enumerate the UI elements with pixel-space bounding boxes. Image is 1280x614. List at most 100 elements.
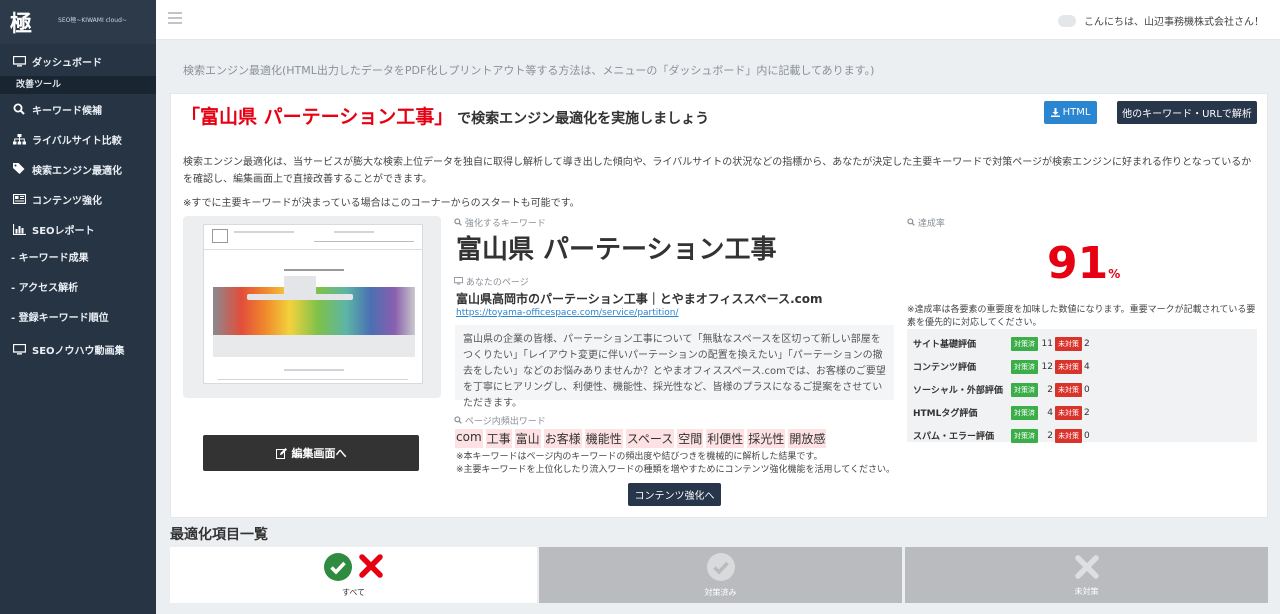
score-name: スパム・エラー評価 [913,432,995,442]
sidebar-item-access-analysis[interactable]: - アクセス解析 [0,274,156,304]
sidebar-item-keyword-candidates[interactable]: キーワード候補 [0,94,156,124]
filter-label: 対策済み [704,587,737,597]
done-badge: 対策済 [1011,382,1038,397]
bar-chart-icon [11,223,27,235]
menu-icon[interactable] [168,12,182,27]
tags-icon [11,163,27,175]
content-enhance-button[interactable]: コンテンツ強化へ [628,483,721,506]
check-circle-icon [706,552,735,581]
html-button-label: HTML [1062,107,1091,118]
user-greeting[interactable]: こんにちは、山辺事務機株式会社さん！ [1058,13,1264,28]
logo[interactable]: 極 [10,6,32,38]
todo-count: 0 [1084,430,1090,441]
done-badge: 対策済 [1011,405,1038,420]
done-count: 11 [1041,338,1053,349]
todo-count: 2 [1084,407,1090,418]
cross-icon [358,553,383,578]
todo-badge: 未対策 [1055,428,1082,443]
html-export-button[interactable]: HTML [1044,101,1097,124]
sidebar-item-seo-optimization[interactable]: 検索エンジン最適化 [0,154,156,184]
sidebar-item-keyword-results[interactable]: - キーワード成果 [0,244,156,274]
sidebar-item-seo-videos[interactable]: SEOノウハウ動画集 [0,334,156,364]
frequent-word: 機能性 [584,429,623,448]
done-count: 2 [1047,384,1053,395]
frequent-words-note-line: ※本キーワードはページ内のキーワードの頻出度や結びつきを機械的に解析した結果です… [456,452,823,462]
frequent-word: お客様 [543,429,582,448]
frequent-words-label-text: ページ内頻出ワード [464,417,546,427]
optimization-panel: 「富山県 パーテーション工事」 で検索エンジン最適化を実施しましょう HTML … [170,93,1268,518]
search-icon [454,218,462,226]
logo-area: 極 SEO極~KIWAMI cloud~ [0,0,156,44]
frequent-words-note: ※本キーワードはページ内のキーワードの頻出度や結びつきを機械的に解析した結果です… [456,451,895,477]
sidebar-item-label: コンテンツ強化 [32,195,102,207]
sidebar-item-label: ライバルサイト比較 [32,135,122,147]
frequent-word: スペース [625,429,675,448]
filter-label: すべて [341,587,366,597]
achievement-note: ※達成率は各要素の重要度を加味した数値になります。重要マークが記載されている要素… [907,305,1256,328]
sidebar-item-label: キーワード候補 [32,105,102,117]
monitor-icon [453,277,464,285]
analyze-other-button[interactable]: 他のキーワード・URLで解析 [1117,101,1257,124]
achievement-rate: 91% [1047,238,1120,289]
headline-keyword: 「富山県 パーテーション工事」 [181,106,454,128]
sidebar-item-label: SEOノウハウ動画集 [32,345,125,357]
achievement-label-text: 達成率 [917,219,945,229]
greeting-text: こんにちは、山辺事務機株式会社さん！ [1084,17,1264,28]
score-name: HTMLタグ評価 [913,409,978,419]
download-icon [1050,108,1060,117]
page-title: 「富山県 パーテーション工事」 で検索エンジン最適化を実施しましょう [181,107,741,130]
sidebar-item-content-enhance[interactable]: コンテンツ強化 [0,184,156,214]
score-row[interactable]: ソーシャル・外部評価 対策済 2 未対策 0 [907,378,1257,401]
todo-badge: 未対策 [1055,382,1082,397]
monitor-icon [11,55,27,67]
todo-count: 4 [1084,361,1090,372]
score-table: サイト基礎評価 対策済 11 未対策 2 コンテンツ評価 対策済 12 未対策 … [907,329,1257,443]
page-preview-monitor [183,216,441,398]
done-count: 12 [1041,361,1053,372]
your-page-title: 富山県高岡市のパーテーション工事｜とやまオフィススペース.com [456,292,823,306]
edit-button-label: 編集画面へ [291,447,347,460]
sidebar-item-label: 検索エンジン最適化 [32,165,122,177]
edit-screen-button[interactable]: 編集画面へ [203,435,419,471]
description: 検索エンジン最適化は、当サービスが膨大な検索上位データを独自に取得し解析して導き… [183,157,1252,185]
done-badge: 対策済 [1011,359,1038,374]
frequent-word: com [455,429,483,448]
score-name: ソーシャル・外部評価 [913,386,1003,396]
score-row[interactable]: HTMLタグ評価 対策済 4 未対策 2 [907,401,1257,424]
optimization-list-title: 最適化項目一覧 [170,527,268,543]
description-note: ※すでに主要キーワードが決まっている場合はこのコーナーからのスタートも可能です。 [183,198,580,209]
sidebar-item-label: ダッシュボード [32,57,102,69]
newspaper-icon [11,194,27,204]
sidebar-item-seo-report[interactable]: SEOレポート [0,214,156,244]
score-row[interactable]: サイト基礎評価 対策済 11 未対策 2 [907,332,1257,355]
sidebar-item-keyword-ranking[interactable]: - 登録キーワード順位 [0,304,156,334]
filter-done[interactable]: 対策済み [539,547,902,603]
target-keyword: 富山県 パーテーション工事 [456,235,777,265]
frequent-words-list: com 工事 富山 お客様 機能性 スペース 空間 利便性 採光性 開放感 [455,429,827,448]
filter-todo[interactable]: 未対策 [905,547,1268,603]
your-page-label-text: あなたのページ [465,278,529,288]
score-row[interactable]: コンテンツ評価 対策済 12 未対策 4 [907,355,1257,378]
score-name: サイト基礎評価 [913,340,977,350]
your-page-description: 富山県の企業の皆様、パーテーション工事について「無駄なスペースを区切って新しい部… [455,325,894,409]
filter-all[interactable]: すべて [170,547,537,603]
frequent-word: 富山 [514,429,541,448]
sidebar-item-rival-compare[interactable]: ライバルサイト比較 [0,124,156,154]
page-notice: 検索エンジン最適化(HTML出力したデータをPDF化しプリントアウト等する方法は… [183,64,875,77]
logo-subtitle: SEO極~KIWAMI cloud~ [58,16,127,24]
sidebar-item-label: SEOレポート [32,225,95,237]
your-page-label: あなたのページ [453,275,529,288]
score-row[interactable]: スパム・エラー評価 対策済 2 未対策 0 [907,424,1257,447]
search-icon [454,416,462,424]
frequent-word: 利便性 [706,429,745,448]
done-count: 4 [1047,407,1053,418]
done-badge: 対策済 [1011,336,1038,351]
todo-count: 0 [1084,384,1090,395]
sidebar-item-dashboard[interactable]: ダッシュボード [0,46,156,76]
sidebar-section-header: 改善ツール [0,76,156,94]
top-bar: こんにちは、山辺事務機株式会社さん！ [156,0,1280,40]
your-page-url[interactable]: https://toyama-officespace.com/service/p… [456,308,679,318]
filter-label: 未対策 [1074,586,1099,596]
headline-text: で検索エンジン最適化を実施しましょう [457,111,710,127]
monitor-base [247,294,353,300]
